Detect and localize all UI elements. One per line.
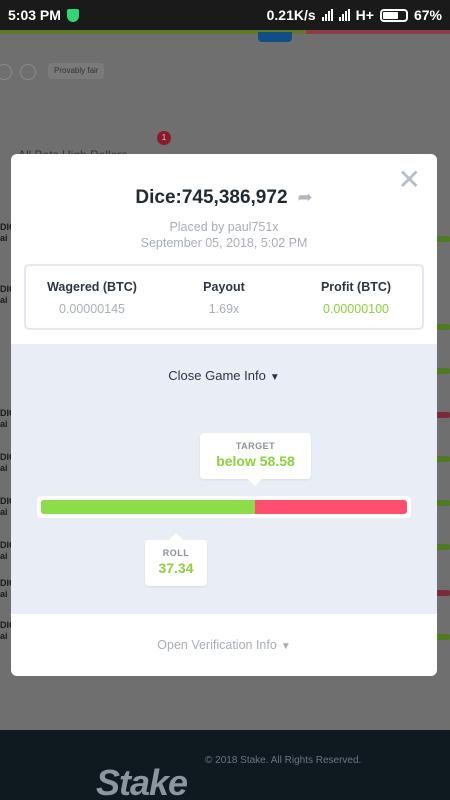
- background-row-marker: [436, 500, 450, 506]
- placed-by: Placed by paul751x: [169, 220, 279, 234]
- stat-wagered: Wagered (BTC) 0.00000145: [26, 266, 158, 328]
- dice-bar-track: [41, 500, 407, 514]
- game-info-panel: Close Game Info ▼ TARGET below 58.58 ROLL…: [11, 344, 437, 614]
- background-row-fragment: DIC ai: [0, 496, 16, 517]
- chevron-down-icon: ▼: [269, 372, 280, 383]
- provably-fair-chip: Provably fair: [48, 63, 105, 79]
- background-progress-line: [0, 30, 450, 34]
- background-row-fragment: DIC ai: [0, 222, 16, 243]
- background-row-fragment: DIC ai: [0, 620, 16, 641]
- background-tab-indicator: [258, 32, 292, 42]
- bet-title: Dice:745,386,972 ➦: [11, 187, 437, 209]
- bet-stats-panel: Wagered (BTC) 0.00000145 Payout 1.69x Pr…: [24, 264, 424, 330]
- background-row-fragment: DIC ai: [0, 540, 16, 561]
- stake-logo: Stake: [96, 762, 188, 800]
- background-row-fragment: DIC ai: [0, 578, 16, 599]
- tooltip-pointer: [168, 532, 184, 548]
- background-check-icon: [20, 64, 36, 80]
- background-circle-icon: [0, 64, 12, 80]
- background-row-marker: [436, 324, 450, 330]
- background-row-marker: [436, 590, 450, 596]
- background-row-marker: [436, 412, 450, 418]
- roll-value: 37.34: [158, 560, 194, 576]
- background-row-fragment: DIC ai: [0, 452, 16, 473]
- background-row-marker: [436, 368, 450, 374]
- target-tooltip: TARGET below 58.58: [200, 433, 311, 487]
- status-indicators: 0.21K/s H+ 67%: [267, 7, 442, 23]
- footer-copyright: © 2018 Stake. All Rights Reserved.: [205, 755, 362, 766]
- background-row-fragment: DIC ai: [0, 284, 16, 305]
- stat-value: 0.00000145: [58, 302, 126, 316]
- roll-label: ROLL: [162, 548, 190, 558]
- signal-icon: [321, 9, 333, 21]
- stat-value: 0.00000100: [322, 302, 390, 316]
- notification-badge: 1: [157, 131, 171, 145]
- chevron-down-icon: ▼: [280, 641, 291, 652]
- background-row-marker: [436, 456, 450, 462]
- network-type: H+: [355, 7, 374, 23]
- shield-icon: [66, 8, 79, 22]
- status-time: 5:03 PM: [8, 7, 61, 23]
- roll-tooltip: ROLL 37.34: [145, 532, 207, 586]
- stat-label: Payout: [203, 280, 245, 294]
- network-speed: 0.21K/s: [266, 7, 316, 23]
- open-verification-label: Open Verification Info: [157, 638, 277, 652]
- stat-label: Wagered (BTC): [47, 280, 137, 294]
- signal-icon-2: [338, 9, 350, 21]
- battery-level: 67%: [413, 7, 442, 23]
- target-label: TARGET: [235, 441, 276, 451]
- status-bar: 5:03 PM 0.21K/s H+ 67%: [0, 0, 450, 30]
- target-value: below 58.58: [216, 453, 295, 469]
- background-toolbar: Provably fair: [0, 52, 450, 92]
- background-row-marker: [436, 236, 450, 242]
- open-verification-toggle[interactable]: Open Verification Info ▼: [11, 638, 437, 652]
- stat-profit: Profit (BTC) 0.00000100: [290, 266, 422, 328]
- dice-bar-win-range: [41, 500, 256, 514]
- battery-icon: [379, 8, 408, 22]
- stat-value: 1.69x: [208, 302, 240, 316]
- close-game-info-label: Close Game Info: [168, 368, 266, 383]
- background-row-marker: [436, 544, 450, 550]
- share-icon[interactable]: ➦: [298, 187, 313, 208]
- background-row-marker: [436, 634, 450, 640]
- bet-details-modal: ✕ Dice:745,386,972 ➦ Placed by paul751x S…: [11, 154, 437, 676]
- stat-payout: Payout 1.69x: [158, 266, 290, 328]
- stat-label: Profit (BTC): [320, 280, 392, 294]
- bet-title-text: Dice:745,386,972: [135, 187, 288, 208]
- bet-date: September 05, 2018, 5:02 PM: [140, 236, 308, 250]
- tooltip-pointer: [247, 471, 263, 487]
- close-game-info-toggle[interactable]: Close Game Info ▼: [11, 368, 437, 383]
- dice-result-bar: [37, 496, 411, 518]
- background-row-fragment: DIC ai: [0, 408, 16, 429]
